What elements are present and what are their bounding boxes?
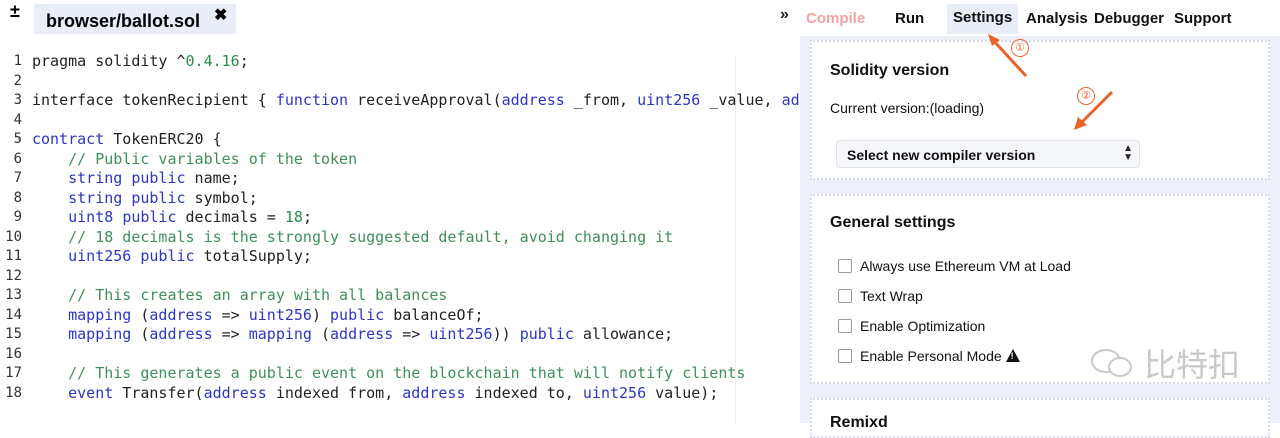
annotation-marker-1: ①	[1011, 39, 1029, 57]
annotation-marker-2: ②	[1077, 87, 1095, 105]
annotation-overlay	[988, 34, 1114, 130]
